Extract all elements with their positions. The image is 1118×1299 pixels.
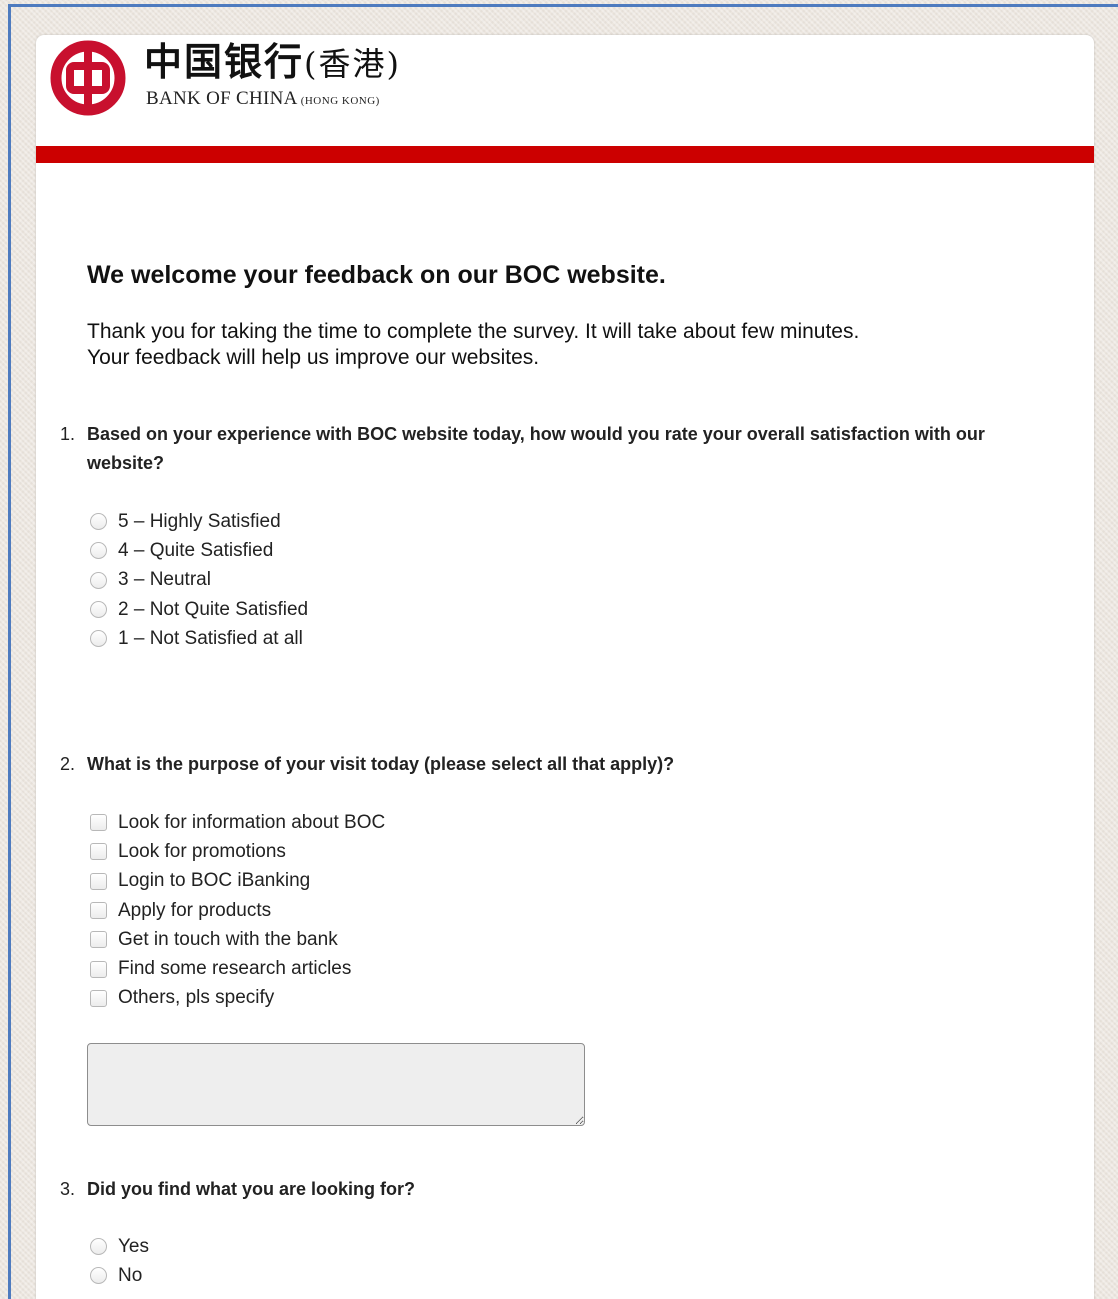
q3-option-yes-label: Yes (118, 1235, 149, 1257)
checkbox[interactable] (90, 960, 107, 978)
q3-option-no-label: No (118, 1264, 143, 1286)
radio-button[interactable] (90, 1267, 107, 1285)
bank-name-english: BANK OF CHINA (HONG KONG) (146, 88, 380, 110)
q2-option-contact-bank[interactable]: Get in touch with the bank (90, 925, 385, 954)
q2-option-others[interactable]: Others, pls specify (90, 984, 385, 1013)
q2-option-info-about-boc[interactable]: Look for information about BOC (90, 808, 385, 837)
bank-of-china-logo-icon (50, 40, 126, 116)
survey-card: 中国银行(香港) BANK OF CHINA (HONG KONG) We wel… (36, 35, 1094, 1299)
question-3-text: Did you find what you are looking for? (87, 1179, 415, 1199)
checkbox[interactable] (90, 814, 107, 832)
window-frame-top (8, 4, 1118, 7)
q2-option-label: Others, pls specify (118, 987, 275, 1009)
bank-name-en-region: (HONG KONG) (300, 95, 380, 107)
q3-option-no[interactable]: No (90, 1261, 149, 1290)
bank-name-cn-region: (香港) (304, 45, 401, 83)
question-3-number: 3. (60, 1179, 76, 1199)
question-2: 2. What is the purpose of your visit tod… (60, 750, 1060, 779)
window-frame-left (8, 4, 11, 1299)
page-title: We welcome your feedback on our BOC webs… (87, 261, 666, 289)
bank-name-en-text: BANK OF CHINA (146, 88, 298, 109)
question-3-options: Yes No (90, 1232, 149, 1291)
q2-option-label: Look for information about BOC (118, 811, 386, 833)
question-1: 1. Based on your experience with BOC web… (60, 420, 1060, 478)
q2-option-label: Get in touch with the bank (118, 928, 338, 950)
q2-option-label: Look for promotions (118, 840, 286, 862)
q2-option-apply-products[interactable]: Apply for products (90, 896, 385, 925)
q1-option-2[interactable]: 2 – Not Quite Satisfied (90, 595, 308, 624)
q2-option-research-articles[interactable]: Find some research articles (90, 954, 385, 983)
q2-option-label: Login to BOC iBanking (118, 870, 311, 892)
question-1-options: 5 – Highly Satisfied 4 – Quite Satisfied… (90, 507, 308, 653)
radio-button[interactable] (90, 601, 107, 619)
q1-option-5-label: 5 – Highly Satisfied (118, 510, 281, 532)
others-specify-textarea[interactable] (87, 1043, 585, 1126)
q1-option-1-label: 1 – Not Satisfied at all (118, 627, 303, 649)
question-3: 3. Did you find what you are looking for… (60, 1175, 1060, 1204)
q1-option-4[interactable]: 4 – Quite Satisfied (90, 536, 308, 565)
question-1-number: 1. (60, 424, 76, 444)
checkbox[interactable] (90, 931, 107, 949)
question-2-number: 2. (60, 754, 76, 774)
radio-button[interactable] (90, 1238, 107, 1256)
bank-name-chinese: 中国银行(香港) (144, 39, 401, 87)
q2-option-promotions[interactable]: Look for promotions (90, 837, 385, 866)
q2-option-label: Apply for products (118, 899, 272, 921)
intro-text: Thank you for taking the time to complet… (87, 319, 859, 371)
q1-option-5[interactable]: 5 – Highly Satisfied (90, 507, 308, 536)
q2-option-ibanking-login[interactable]: Login to BOC iBanking (90, 867, 385, 896)
q1-option-2-label: 2 – Not Quite Satisfied (118, 598, 309, 620)
checkbox[interactable] (90, 902, 107, 920)
checkbox[interactable] (90, 989, 107, 1007)
radio-button[interactable] (90, 542, 107, 560)
question-1-text: Based on your experience with BOC websit… (87, 424, 985, 473)
q1-option-4-label: 4 – Quite Satisfied (118, 539, 274, 561)
intro-line-1: Thank you for taking the time to complet… (87, 320, 860, 343)
bank-name-cn-text: 中国银行 (144, 39, 305, 84)
q1-option-3-label: 3 – Neutral (118, 569, 211, 591)
question-2-text: What is the purpose of your visit today … (87, 754, 675, 774)
q2-option-label: Find some research articles (118, 958, 352, 980)
checkbox[interactable] (90, 843, 107, 861)
q1-option-1[interactable]: 1 – Not Satisfied at all (90, 624, 308, 653)
q3-option-yes[interactable]: Yes (90, 1232, 149, 1261)
intro-line-2: Your feedback will help us improve our w… (87, 346, 540, 369)
question-2-options: Look for information about BOC Look for … (90, 808, 385, 1013)
radio-button[interactable] (90, 571, 107, 589)
header-accent-bar (36, 146, 1094, 163)
q1-option-3[interactable]: 3 – Neutral (90, 566, 308, 595)
checkbox[interactable] (90, 872, 107, 890)
bank-header: 中国银行(香港) BANK OF CHINA (HONG KONG) (36, 35, 1094, 146)
radio-button[interactable] (90, 630, 107, 648)
radio-button[interactable] (90, 513, 107, 531)
